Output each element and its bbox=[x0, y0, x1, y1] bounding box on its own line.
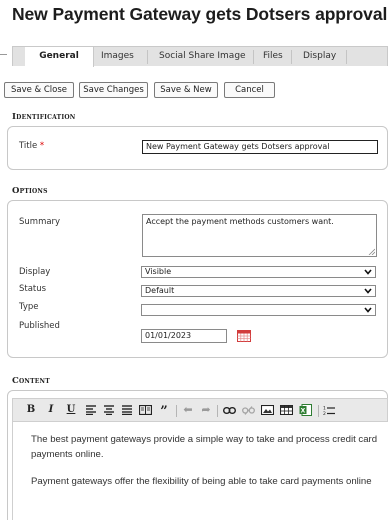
toolbar-separator bbox=[318, 405, 319, 417]
published-date-input[interactable]: 01/01/2023 bbox=[141, 329, 227, 343]
status-label: Status bbox=[19, 284, 47, 294]
tab-images[interactable]: Images bbox=[101, 47, 134, 67]
toolbar-separator bbox=[217, 405, 218, 417]
justify-icon[interactable] bbox=[121, 405, 133, 415]
unlink-icon[interactable] bbox=[242, 406, 255, 415]
chevron-down-icon bbox=[364, 269, 372, 275]
paragraph-line: Payment gateways offer the flexibility o… bbox=[31, 476, 372, 487]
ordered-list-icon[interactable]: 1 2 bbox=[323, 405, 335, 416]
tab-separator bbox=[346, 50, 347, 64]
tab-files[interactable]: Files bbox=[263, 47, 283, 67]
summary-label: Summary bbox=[19, 217, 61, 227]
tab-bar: General Images Social Share Image Files … bbox=[12, 46, 388, 67]
left-edge-divider bbox=[0, 54, 7, 55]
svg-text:1: 1 bbox=[323, 406, 326, 412]
title-label: Title * bbox=[19, 141, 44, 151]
link-icon[interactable] bbox=[223, 407, 236, 414]
bold-icon[interactable]: B bbox=[25, 399, 37, 421]
excel-icon[interactable]: X bbox=[299, 404, 312, 416]
tab-separator bbox=[291, 50, 292, 64]
options-heading: Options bbox=[12, 186, 48, 196]
display-label: Display bbox=[19, 267, 51, 277]
cancel-button[interactable]: Cancel bbox=[224, 82, 275, 98]
undo-icon[interactable]: ⬅ bbox=[181, 399, 195, 421]
required-marker: * bbox=[39, 141, 45, 151]
type-select[interactable] bbox=[141, 304, 376, 316]
save-close-button[interactable]: Save & Close bbox=[4, 82, 74, 98]
tab-separator bbox=[253, 50, 254, 64]
summary-text: Accept the payment methods customers wan… bbox=[146, 217, 334, 226]
status-select[interactable]: Default bbox=[141, 285, 376, 297]
page-title: New Payment Gateway gets Dotsers approva… bbox=[12, 4, 388, 24]
chevron-down-icon bbox=[364, 307, 372, 313]
title-label-text: Title bbox=[19, 141, 38, 151]
display-select-value: Visible bbox=[145, 267, 172, 276]
paragraph-line: payments online. bbox=[31, 449, 104, 460]
identification-panel: Title * New Payment Gateway gets Dotsers… bbox=[7, 126, 388, 170]
tab-social-share-image[interactable]: Social Share Image bbox=[159, 47, 246, 67]
title-input[interactable]: New Payment Gateway gets Dotsers approva… bbox=[142, 140, 378, 154]
paragraph-line: The best payment gateways provide a simp… bbox=[31, 434, 378, 445]
rich-text-editor[interactable]: The best payment gateways provide a simp… bbox=[12, 422, 388, 520]
align-center-icon[interactable] bbox=[103, 405, 115, 415]
svg-text:2: 2 bbox=[323, 411, 326, 416]
save-changes-button[interactable]: Save Changes bbox=[79, 82, 148, 98]
redo-icon[interactable]: ➦ bbox=[199, 399, 213, 421]
identification-heading: Identification bbox=[12, 112, 76, 122]
italic-icon[interactable]: I bbox=[45, 399, 57, 421]
table-icon[interactable] bbox=[280, 405, 293, 415]
tab-general[interactable]: General bbox=[25, 47, 94, 67]
underline-icon[interactable]: U bbox=[65, 399, 77, 421]
toolbar-separator bbox=[176, 405, 177, 417]
article-edit-window: New Payment Gateway gets Dotsers approva… bbox=[0, 0, 388, 520]
type-label: Type bbox=[19, 302, 39, 312]
svg-text:X: X bbox=[301, 408, 306, 415]
image-block-icon[interactable] bbox=[139, 405, 152, 415]
chevron-down-icon bbox=[364, 288, 372, 294]
tab-separator bbox=[147, 50, 148, 64]
display-select[interactable]: Visible bbox=[141, 266, 376, 278]
published-label: Published bbox=[19, 321, 60, 331]
status-select-value: Default bbox=[145, 286, 175, 295]
save-new-button[interactable]: Save & New bbox=[154, 82, 218, 98]
calendar-icon[interactable] bbox=[237, 330, 251, 342]
tab-display[interactable]: Display bbox=[303, 47, 336, 67]
blockquote-icon[interactable]: ” bbox=[157, 401, 171, 423]
align-left-icon[interactable] bbox=[85, 405, 97, 415]
image-icon[interactable] bbox=[261, 405, 274, 415]
resize-handle-icon[interactable] bbox=[368, 248, 375, 255]
content-heading: Content bbox=[12, 376, 50, 386]
summary-textarea[interactable]: Accept the payment methods customers wan… bbox=[142, 214, 377, 257]
editor-toolbar: B I U ” ⬅ ➦ X 1 2 bbox=[12, 398, 388, 422]
